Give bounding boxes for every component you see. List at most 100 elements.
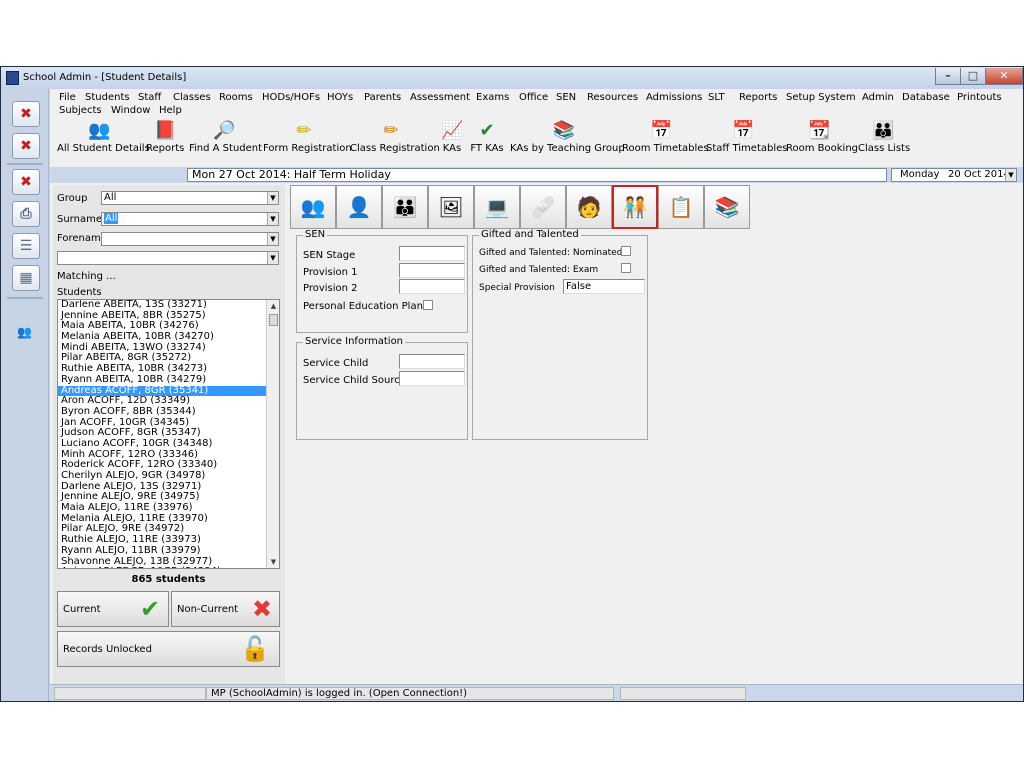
tab-family-icon[interactable]: 👪 [382,185,428,229]
status-bar: MP (SchoolAdmin) is logged in. (Open Con… [50,684,1023,701]
menu-file[interactable]: File [59,92,76,103]
student-list[interactable]: Darlene ABEITA, 13S (33271) Jennine ABEIT… [57,299,280,569]
menu-hods[interactable]: HODs/HOFs [262,92,320,103]
student-list-item[interactable]: Ryann ABEITA, 10BR (34279) [58,374,279,386]
tab-profile-icon[interactable]: 🧑 [566,185,612,229]
kas-button[interactable]: 📈 KAs [440,117,464,163]
ft-kas-button[interactable]: ✔ FT KAs [469,117,505,163]
tab-notes-icon[interactable]: 📋 [658,185,704,229]
surname-combo[interactable]: All ▼ [101,212,279,226]
grid-icon[interactable]: ▦ [12,265,40,291]
menu-sen[interactable]: SEN [556,92,576,103]
reports-book-icon: 📕 [154,120,177,141]
tab-sen-icon[interactable]: 🧑‍🤝‍🧑 [612,185,658,229]
chevron-down-icon[interactable]: ▼ [267,213,278,225]
find-a-student-button[interactable]: 🔎 Find A Student [189,117,262,163]
menu-admissions[interactable]: Admissions [646,92,702,103]
tab-books-icon[interactable]: 📚 [704,185,750,229]
special-provision-field[interactable]: False [563,279,645,294]
class-lists-button[interactable]: 👪 Class Lists [858,117,910,163]
chevron-down-icon[interactable]: ▼ [1005,169,1016,181]
title-bar[interactable]: School Admin - [Student Details] – □ ✕ [1,67,1023,89]
close-record-icon[interactable]: ✖ [12,101,40,127]
tab-photo-icon[interactable]: 🖼 [428,185,474,229]
menu-help[interactable]: Help [159,105,182,116]
sen-group-title: SEN [303,229,328,240]
list-scrollbar[interactable]: ▲ ▼ [266,300,279,568]
divider [7,163,43,165]
menu-printouts[interactable]: Printouts [957,92,1002,103]
forename-combo[interactable]: ▼ [101,232,279,246]
service-child-source-field[interactable] [399,371,465,386]
sen-stage-field[interactable] [399,246,465,261]
provision-2-field[interactable] [399,279,465,294]
menu-classes[interactable]: Classes [173,92,211,103]
menu-assessment[interactable]: Assessment [410,92,470,103]
pep-checkbox[interactable] [423,300,433,310]
chevron-down-icon[interactable]: ▼ [267,233,278,245]
app-window: School Admin - [Student Details] – □ ✕ ✖… [0,66,1024,702]
menu-setup-system[interactable]: Setup System [786,92,856,103]
menu-reports[interactable]: Reports [739,92,777,103]
scroll-thumb[interactable] [269,314,278,326]
close-all-icon[interactable]: ✖ [12,133,40,159]
print-icon[interactable]: ⎙ [12,201,40,227]
menu-staff[interactable]: Staff [138,92,161,103]
provision-1-field[interactable] [399,263,465,278]
minimize-button[interactable]: – [935,68,961,85]
checkmark-icon: ✔ [140,595,161,623]
menu-hoys[interactable]: HOYs [327,92,353,103]
group-combo[interactable]: All ▼ [101,191,279,205]
service-child-field[interactable] [399,354,465,369]
gifted-exam-checkbox[interactable] [621,263,631,273]
scroll-up-icon[interactable]: ▲ [268,301,279,311]
special-provision-label: Special Provision [479,283,555,293]
provision-2-label: Provision 2 [303,283,358,294]
delete-icon[interactable]: ✖ [12,169,40,195]
kas-by-teaching-group-button[interactable]: 📚 KAs by Teaching Group [510,117,625,163]
gifted-nominated-checkbox[interactable] [621,246,631,256]
date-selector[interactable]: Monday 20 Oct 2014 ▼ [891,168,1017,182]
list-icon[interactable]: ☰ [12,233,40,259]
tab-computer-icon[interactable]: 💻 [474,185,520,229]
menu-students[interactable]: Students [85,92,130,103]
staff-timetables-button[interactable]: 📅 Staff Timetables [706,117,787,163]
people-icon[interactable]: 👥 [17,325,32,339]
scroll-down-icon[interactable]: ▼ [268,557,279,567]
extra-filter-combo[interactable]: ▼ [57,251,279,265]
non-current-button[interactable]: Non-Current ✖ [171,591,280,627]
chevron-down-icon[interactable]: ▼ [267,252,278,264]
current-button[interactable]: Current ✔ [57,591,169,627]
menu-slt[interactable]: SLT [708,92,725,103]
student-list-item[interactable]: Byron ACOFF, 8BR (35344) [58,406,279,418]
tab-medical-icon[interactable]: 🩹 [520,185,566,229]
status-cell-right [620,687,746,700]
menu-exams[interactable]: Exams [476,92,509,103]
menu-office[interactable]: Office [519,92,548,103]
form-registration-button[interactable]: ✏ Form Registration [263,117,352,163]
calendar-icon: 📅 [732,120,755,141]
room-timetables-button[interactable]: 📅 Room Timetables [622,117,709,163]
close-window-button[interactable]: ✕ [985,68,1023,85]
menu-parents[interactable]: Parents [364,92,401,103]
reports-button[interactable]: 📕 Reports [146,117,184,163]
tab-contacts-icon[interactable]: 👤 [336,185,382,229]
student-list-item[interactable]: Ryann ALEJO, 11BR (33979) [58,545,279,557]
menu-resources[interactable]: Resources [587,92,638,103]
class-registration-button[interactable]: ✏ Class Registration [350,117,440,163]
menu-window[interactable]: Window [111,105,150,116]
all-student-details-button[interactable]: 👥 All Student Details [57,117,150,163]
tab-student-details-icon[interactable]: 👥 [290,185,336,229]
chevron-down-icon[interactable]: ▼ [267,192,278,204]
gifted-talented-group: Gifted and Talented Gifted and Talented:… [472,229,648,440]
student-search-panel: Group All ▼ Surname All ▼ Forename ▼ ▼ M… [53,185,285,699]
student-list-item[interactable]: Anissa ARLEDGE, 10GR (34384) [58,566,279,568]
sen-stage-label: SEN Stage [303,250,356,261]
menu-rooms[interactable]: Rooms [219,92,253,103]
room-booking-button[interactable]: 📆 Room Booking [786,117,858,163]
menu-database[interactable]: Database [902,92,950,103]
records-lock-button[interactable]: Records Unlocked 🔓 [57,631,280,667]
menu-subjects[interactable]: Subjects [59,105,102,116]
menu-admin[interactable]: Admin [862,92,894,103]
maximize-button[interactable]: □ [960,68,986,85]
